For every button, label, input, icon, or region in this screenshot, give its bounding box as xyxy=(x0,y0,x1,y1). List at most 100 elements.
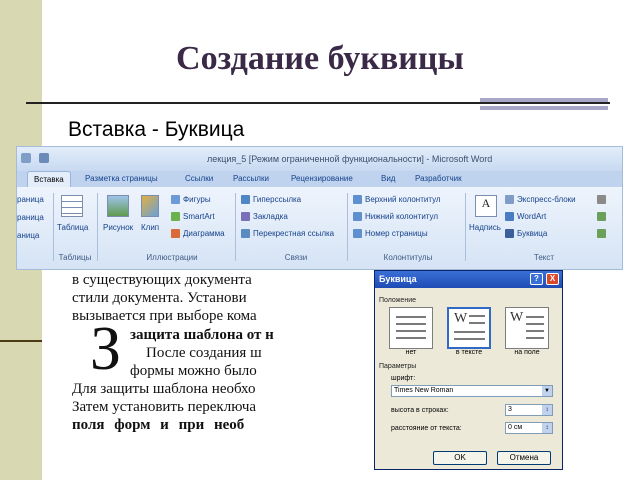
hyperlink-icon xyxy=(241,195,250,205)
ok-button[interactable]: OK xyxy=(433,451,487,465)
distance-spinner[interactable]: 0 см ↕ xyxy=(505,422,553,434)
text-line xyxy=(526,316,544,318)
spinner-arrows-icon[interactable]: ↕ xyxy=(542,423,552,433)
option-none[interactable] xyxy=(389,307,433,349)
title-accent-bar-2 xyxy=(480,106,608,110)
footer-button[interactable]: Нижний колонтитул xyxy=(353,212,438,222)
option-in-margin[interactable]: W xyxy=(505,307,549,349)
textbox-icon[interactable]: A xyxy=(475,195,497,217)
text-line xyxy=(469,322,485,324)
date-time-icon[interactable] xyxy=(597,212,606,221)
footer-icon xyxy=(353,212,362,222)
cut-item-1[interactable]: раница xyxy=(17,195,44,204)
tab-review[interactable]: Рецензирование xyxy=(291,174,353,183)
bookmark-icon xyxy=(241,212,250,222)
tab-mailings[interactable]: Рассылки xyxy=(233,174,269,183)
smartart-button[interactable]: SmartArt xyxy=(171,212,215,222)
chart-icon xyxy=(171,229,180,239)
table-button[interactable]: Таблица xyxy=(57,223,88,232)
clip-button[interactable]: Клип xyxy=(141,223,159,232)
save-icon[interactable] xyxy=(39,153,49,163)
doc-line: защита шаблона от н xyxy=(130,327,274,343)
clip-icon[interactable] xyxy=(141,195,159,217)
wordart-label: WordArt xyxy=(517,212,547,221)
group-links-label: Связи xyxy=(284,253,308,262)
option-in-margin-label: на поле xyxy=(514,349,540,356)
cut-item-3[interactable]: аница xyxy=(17,231,39,240)
group-tables-label: Таблицы xyxy=(58,253,92,262)
tab-view[interactable]: Вид xyxy=(381,174,395,183)
slide-title: Создание буквицы xyxy=(176,40,464,77)
header-label: Верхний колонтитул xyxy=(365,195,441,204)
signature-line-icon[interactable] xyxy=(597,195,606,204)
textbox-button[interactable]: Надпись xyxy=(469,223,501,232)
smartart-icon xyxy=(171,212,180,222)
group-separator xyxy=(53,193,54,261)
dialog-titlebar: Буквица ? X xyxy=(375,271,562,288)
office-button-icon[interactable] xyxy=(21,153,31,163)
dropcap-button[interactable]: Буквица xyxy=(505,229,547,239)
text-line xyxy=(396,316,426,318)
drop-cap-letter: З xyxy=(90,315,122,383)
ribbon-body: раница раница аница Таблица Таблицы Рису… xyxy=(17,187,622,269)
picture-button[interactable]: Рисунок xyxy=(103,223,133,232)
group-separator xyxy=(465,193,466,261)
page-number-button[interactable]: Номер страницы xyxy=(353,229,428,239)
group-separator xyxy=(97,193,98,261)
tab-page-layout[interactable]: Разметка страницы xyxy=(85,174,158,183)
shapes-button[interactable]: Фигуры xyxy=(171,195,211,205)
object-icon[interactable] xyxy=(597,229,606,238)
quickparts-button[interactable]: Экспресс-блоки xyxy=(505,195,576,205)
wordart-icon xyxy=(505,212,514,222)
text-line xyxy=(469,315,485,317)
params-section-label: Параметры xyxy=(379,363,417,370)
word-ribbon: лекция_5 [Режим ограниченной функциональ… xyxy=(16,146,623,270)
picture-icon[interactable] xyxy=(107,195,129,217)
header-button[interactable]: Верхний колонтитул xyxy=(353,195,441,205)
option-none-label: нет xyxy=(405,349,417,356)
cancel-button[interactable]: Отмена xyxy=(497,451,551,465)
doc-line: После создания ш xyxy=(146,345,262,361)
chart-button[interactable]: Диаграмма xyxy=(171,229,225,239)
doc-line: поля форм и при необ xyxy=(72,417,245,433)
tab-developer[interactable]: Разработчик xyxy=(415,174,462,183)
chevron-down-icon[interactable]: ▼ xyxy=(542,386,552,396)
title-rule xyxy=(26,102,610,104)
distance-value: 0 см xyxy=(508,424,523,431)
tab-insert[interactable]: Вставка xyxy=(27,171,71,187)
decorative-left-line xyxy=(0,340,42,342)
spinner-arrows-icon[interactable]: ↕ xyxy=(542,405,552,415)
window-title: лекция_5 [Режим ограниченной функциональ… xyxy=(207,154,493,164)
bookmark-button[interactable]: Закладка xyxy=(241,212,288,222)
dropcap-dialog: Буквица ? X Положение нет W в тексте W н… xyxy=(374,270,563,470)
text-line xyxy=(396,337,426,339)
close-button[interactable]: X xyxy=(546,273,559,285)
ribbon-tabs: Вставка Разметка страницы Ссылки Рассылк… xyxy=(17,171,622,187)
smartart-label: SmartArt xyxy=(183,212,215,221)
hyperlink-label: Гиперссылка xyxy=(253,195,302,204)
position-section-label: Положение xyxy=(379,297,416,304)
option-in-text[interactable]: W xyxy=(447,307,491,349)
cut-item-2[interactable]: раница xyxy=(17,213,44,222)
dialog-title: Буквица xyxy=(379,274,417,284)
page-number-icon xyxy=(353,229,362,239)
text-line xyxy=(454,331,485,333)
dropcap-glyph-icon: W xyxy=(454,311,468,326)
font-select[interactable]: Times New Roman ▼ xyxy=(391,385,553,397)
slide-subtitle: Вставка - Буквица xyxy=(68,118,245,141)
text-line xyxy=(454,338,485,340)
tab-references[interactable]: Ссылки xyxy=(185,174,213,183)
wordart-button[interactable]: WordArt xyxy=(505,212,547,222)
doc-line: стили документа. Установи xyxy=(72,290,247,306)
hyperlink-button[interactable]: Гиперссылка xyxy=(241,195,302,205)
font-select-value: Times New Roman xyxy=(394,387,454,394)
crossref-label: Перекрестная ссылка xyxy=(253,229,335,238)
table-icon[interactable] xyxy=(61,195,83,217)
text-line xyxy=(526,330,544,332)
group-illustrations-label: Иллюстрации xyxy=(146,253,198,262)
help-button[interactable]: ? xyxy=(530,273,543,285)
crossref-button[interactable]: Перекрестная ссылка xyxy=(241,229,335,239)
lines-spinner[interactable]: 3 ↕ xyxy=(505,404,553,416)
shapes-icon xyxy=(171,195,180,205)
chart-label: Диаграмма xyxy=(183,229,225,238)
